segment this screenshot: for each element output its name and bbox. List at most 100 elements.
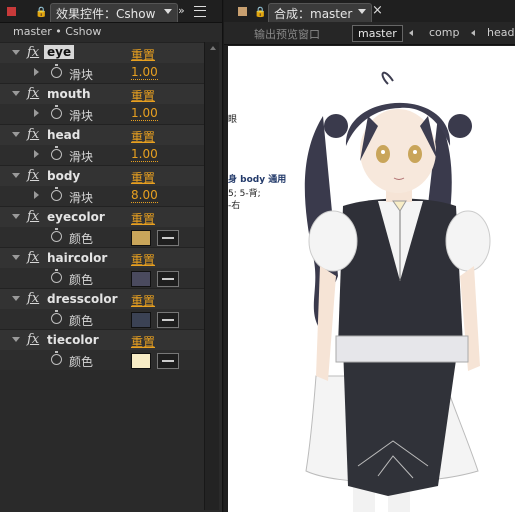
- slider-value[interactable]: 1.00: [131, 66, 158, 80]
- eyedropper-icon[interactable]: [157, 271, 179, 287]
- effect-row[interactable]: fx haircolor 重置: [0, 247, 204, 268]
- breadcrumb-arrow-icon: [471, 30, 475, 36]
- scrollbar[interactable]: [204, 42, 219, 510]
- chevron-down-icon[interactable]: [358, 9, 366, 14]
- collapse-triangle-icon[interactable]: [12, 132, 20, 137]
- param-label: 颜色: [69, 314, 94, 328]
- tab-effect-controls[interactable]: 效果控件：Cshow: [50, 3, 178, 22]
- effect-name[interactable]: tiecolor: [47, 333, 99, 347]
- stopwatch-icon[interactable]: [51, 351, 62, 365]
- chevron-down-icon[interactable]: [164, 9, 172, 14]
- effect-name[interactable]: head: [47, 128, 80, 142]
- effect-name[interactable]: eye: [44, 45, 75, 59]
- effect-controls-panel: 🔒 效果控件：Cshow » master • Cshow fx eye 重置 …: [0, 0, 223, 512]
- slider-value[interactable]: 8.00: [131, 189, 158, 203]
- slider-value[interactable]: 1.00: [131, 107, 158, 121]
- effect-row[interactable]: fx eyecolor 重置: [0, 206, 204, 227]
- collapse-triangle-icon[interactable]: [12, 214, 20, 219]
- expand-triangle-icon[interactable]: [34, 150, 39, 158]
- param-label: 颜色: [69, 355, 94, 369]
- lock-icon[interactable]: 🔒: [254, 7, 266, 18]
- param-row: 颜色: [0, 350, 204, 370]
- reset-link[interactable]: 重置: [131, 46, 155, 63]
- color-swatch[interactable]: [131, 353, 151, 369]
- tab-composition[interactable]: 合成：master: [268, 3, 372, 22]
- fx-toggle-icon[interactable]: fx: [27, 250, 39, 265]
- fx-toggle-icon[interactable]: fx: [27, 127, 39, 142]
- reset-link[interactable]: 重置: [131, 169, 155, 186]
- fx-toggle-icon[interactable]: fx: [27, 291, 39, 306]
- effect-row[interactable]: fx head 重置: [0, 124, 204, 145]
- panel-color-label[interactable]: [238, 7, 247, 16]
- param-label: 滑块: [69, 109, 94, 123]
- reset-link[interactable]: 重置: [131, 87, 155, 104]
- stopwatch-icon[interactable]: [51, 228, 62, 242]
- param-row: 颜色: [0, 268, 204, 288]
- expand-triangle-icon[interactable]: [34, 68, 39, 76]
- character-illustration: [304, 71, 491, 512]
- fx-toggle-icon[interactable]: fx: [27, 45, 39, 60]
- reset-link[interactable]: 重置: [131, 128, 155, 145]
- effect-row[interactable]: fx body 重置: [0, 165, 204, 186]
- stopwatch-icon[interactable]: [51, 187, 62, 201]
- effect-row[interactable]: fx eye 重置: [0, 42, 204, 63]
- color-swatch[interactable]: [131, 271, 151, 287]
- reset-link[interactable]: 重置: [131, 333, 155, 350]
- breadcrumb-master[interactable]: master: [352, 25, 403, 42]
- fx-toggle-icon[interactable]: fx: [27, 86, 39, 101]
- fx-toggle-icon[interactable]: fx: [27, 209, 39, 224]
- stopwatch-icon[interactable]: [51, 269, 62, 283]
- effect-row[interactable]: fx tiecolor 重置: [0, 329, 204, 350]
- collapse-triangle-icon[interactable]: [12, 91, 20, 96]
- color-swatch[interactable]: [131, 312, 151, 328]
- stopwatch-icon[interactable]: [51, 64, 62, 78]
- stopwatch-icon[interactable]: [51, 146, 62, 160]
- stopwatch-icon[interactable]: [51, 310, 62, 324]
- expand-triangle-icon[interactable]: [34, 109, 39, 117]
- composition-viewer[interactable]: 眼 身 body 通用 5; 5-背; -右: [228, 46, 515, 512]
- param-row: 滑块 1.00: [0, 145, 204, 165]
- double-chevron-icon[interactable]: »: [178, 4, 185, 17]
- lock-icon[interactable]: 🔒: [35, 7, 47, 18]
- reset-link[interactable]: 重置: [131, 210, 155, 227]
- collapse-triangle-icon[interactable]: [12, 255, 20, 260]
- effect-row[interactable]: fx dresscolor 重置: [0, 288, 204, 309]
- eyedropper-icon[interactable]: [157, 353, 179, 369]
- collapse-triangle-icon[interactable]: [12, 50, 20, 55]
- collapse-triangle-icon[interactable]: [12, 296, 20, 301]
- effect-name[interactable]: dresscolor: [47, 292, 118, 306]
- effect-name[interactable]: body: [47, 169, 80, 183]
- collapse-triangle-icon[interactable]: [12, 173, 20, 178]
- panel-menu-icon[interactable]: [194, 6, 206, 17]
- breadcrumb-head[interactable]: head: [482, 25, 515, 40]
- eyedropper-icon[interactable]: [157, 312, 179, 328]
- effect-row[interactable]: fx mouth 重置: [0, 83, 204, 104]
- slider-value[interactable]: 1.00: [131, 148, 158, 162]
- effect-name[interactable]: haircolor: [47, 251, 107, 265]
- effect-subtitle: master • Cshow: [13, 25, 102, 38]
- reset-link[interactable]: 重置: [131, 251, 155, 268]
- close-icon[interactable]: ×: [372, 3, 383, 18]
- color-swatch[interactable]: [131, 230, 151, 246]
- expand-triangle-icon[interactable]: [34, 191, 39, 199]
- panel-color-label[interactable]: [7, 7, 16, 16]
- effects-list: fx eye 重置 滑块 1.00 fx mouth 重置 滑块 1.00 fx…: [0, 42, 204, 370]
- viewer-toolbar: 输出预览窗口 master comp head: [224, 22, 515, 45]
- param-label: 滑块: [69, 150, 94, 164]
- tab-effect-title: 效果控件：Cshow: [56, 7, 156, 21]
- effect-name[interactable]: mouth: [47, 87, 91, 101]
- collapse-triangle-icon[interactable]: [12, 337, 20, 342]
- param-row: 滑块 8.00: [0, 186, 204, 206]
- effect-name[interactable]: eyecolor: [47, 210, 105, 224]
- composition-panel: 🔒 合成：master × 输出预览窗口 master comp head 眼 …: [224, 0, 515, 512]
- stopwatch-icon[interactable]: [51, 105, 62, 119]
- effect-tabbar: 🔒 效果控件：Cshow »: [0, 0, 222, 23]
- reset-link[interactable]: 重置: [131, 292, 155, 309]
- param-row: 颜色: [0, 309, 204, 329]
- param-row: 滑块 1.00: [0, 104, 204, 124]
- eyedropper-icon[interactable]: [157, 230, 179, 246]
- param-row: 颜色: [0, 227, 204, 247]
- fx-toggle-icon[interactable]: fx: [27, 332, 39, 347]
- breadcrumb-comp[interactable]: comp: [424, 25, 464, 40]
- fx-toggle-icon[interactable]: fx: [27, 168, 39, 183]
